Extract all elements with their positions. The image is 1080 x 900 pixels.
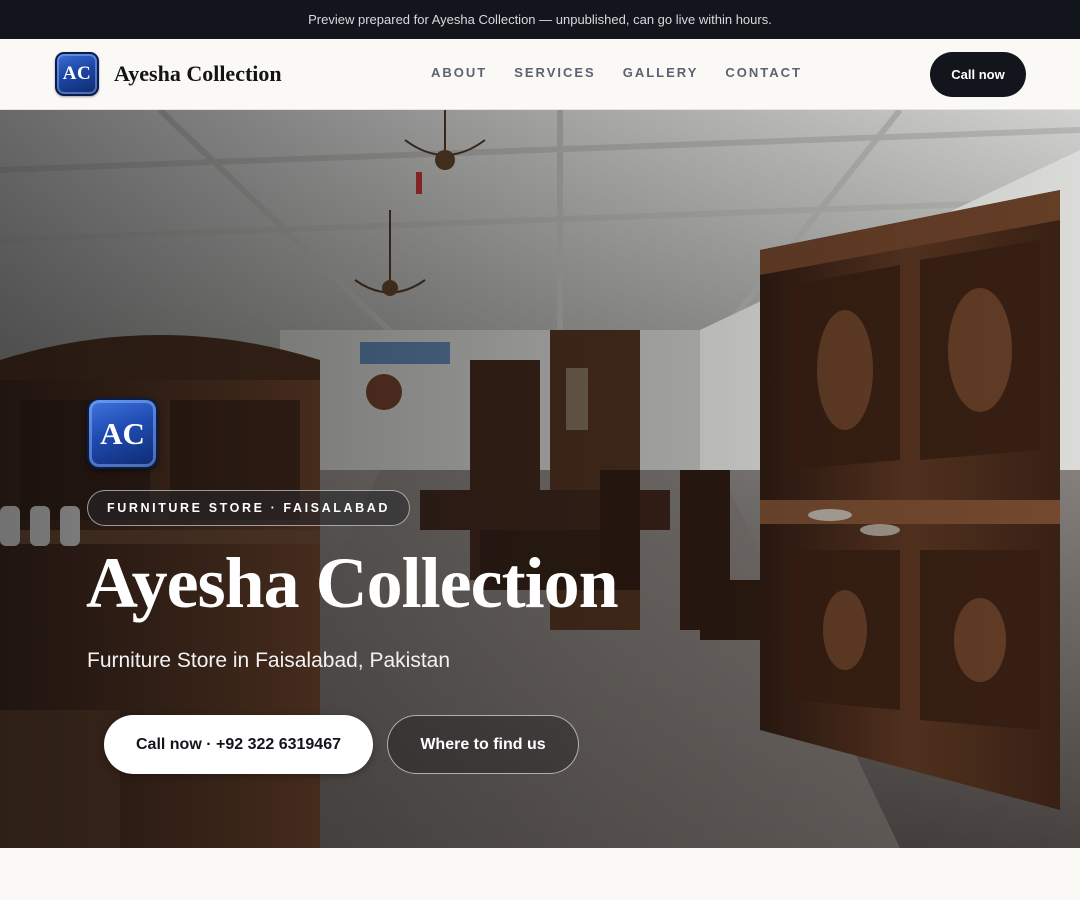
call-now-button[interactable]: Call now [930, 52, 1026, 97]
preview-banner: Preview prepared for Ayesha Collection —… [0, 0, 1080, 39]
hero-section: AC FURNITURE STORE · FAISALABAD Ayesha C… [0, 110, 1080, 848]
brand-logo[interactable]: AC [55, 52, 99, 96]
main-nav: ABOUT SERVICES GALLERY CONTACT [431, 65, 802, 80]
hero-logo: AC [87, 398, 158, 469]
preview-banner-text: Preview prepared for Ayesha Collection —… [308, 12, 772, 27]
hero-title: Ayesha Collection [86, 543, 619, 623]
brand-name[interactable]: Ayesha Collection [114, 61, 282, 87]
category-badge: FURNITURE STORE · FAISALABAD [87, 490, 410, 526]
nav-link-gallery[interactable]: GALLERY [623, 65, 699, 80]
hero-logo-text: AC [100, 415, 145, 451]
hero-subtitle: Furniture Store in Faisalabad, Pakistan [87, 649, 451, 672]
call-phone-button[interactable]: Call now · +92 322 6319467 [104, 715, 373, 774]
nav-link-contact[interactable]: CONTACT [725, 65, 802, 80]
site-header: AC Ayesha Collection ABOUT SERVICES GALL… [0, 39, 1080, 110]
nav-link-about[interactable]: ABOUT [431, 65, 487, 80]
find-us-button[interactable]: Where to find us [387, 715, 579, 774]
brand-logo-text: AC [62, 63, 92, 84]
nav-link-services[interactable]: SERVICES [514, 65, 596, 80]
